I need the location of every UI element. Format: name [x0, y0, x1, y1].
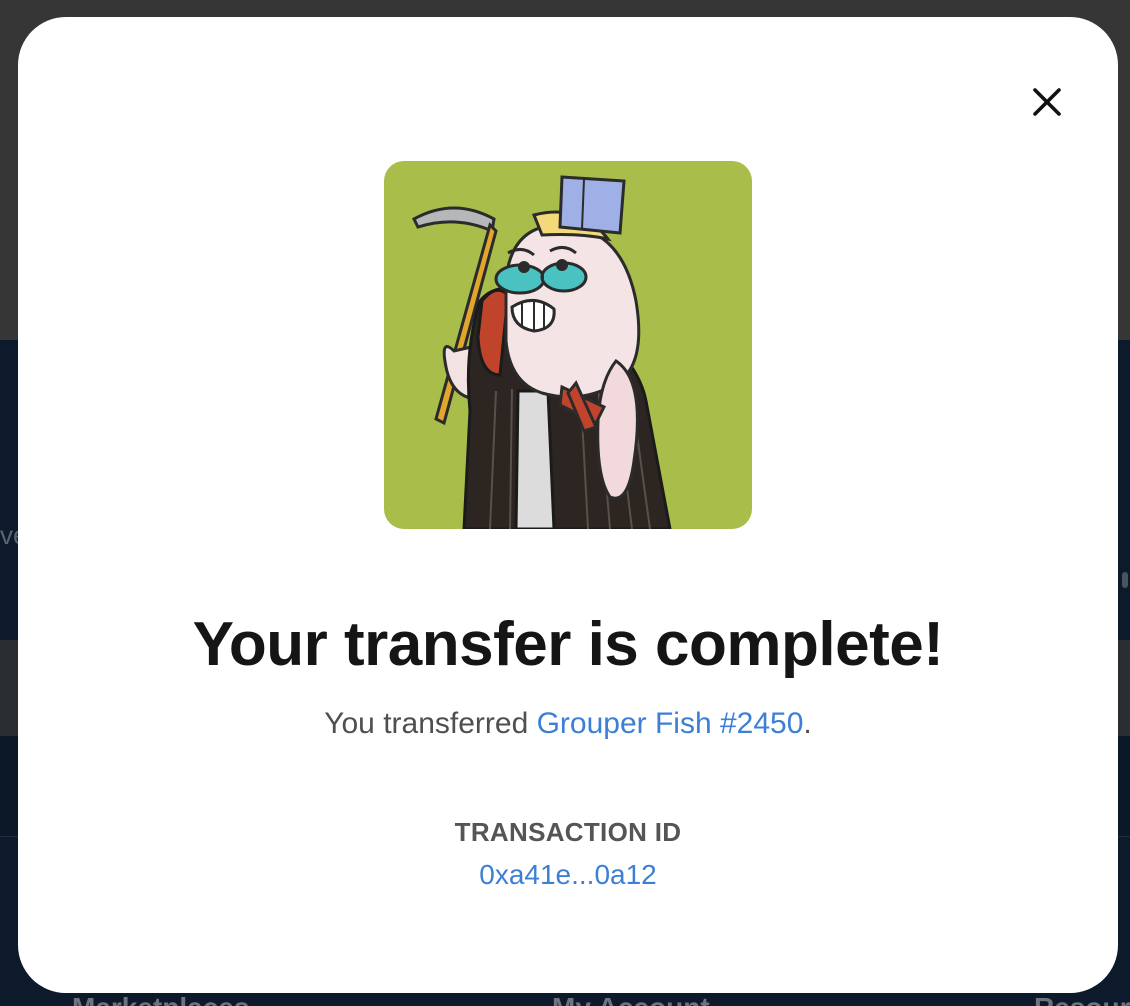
nft-image	[384, 161, 752, 529]
transfer-summary-suffix: .	[803, 707, 812, 740]
transaction-id-label: TRANSACTION ID	[454, 817, 682, 847]
close-button[interactable]	[1027, 82, 1067, 122]
nft-name-link[interactable]: Grouper Fish #2450	[537, 707, 804, 740]
page-title: Your transfer is complete!	[192, 610, 944, 679]
transfer-summary-prefix: You transferred	[324, 707, 537, 740]
close-icon	[1033, 88, 1061, 116]
transfer-complete-modal: Your transfer is complete! You transferr…	[18, 17, 1118, 993]
background-scrollbar	[1122, 572, 1128, 588]
transfer-summary: You transferred Grouper Fish #2450.	[18, 705, 1118, 743]
transaction-id-link[interactable]: 0xa41e...0a12	[18, 859, 1118, 891]
